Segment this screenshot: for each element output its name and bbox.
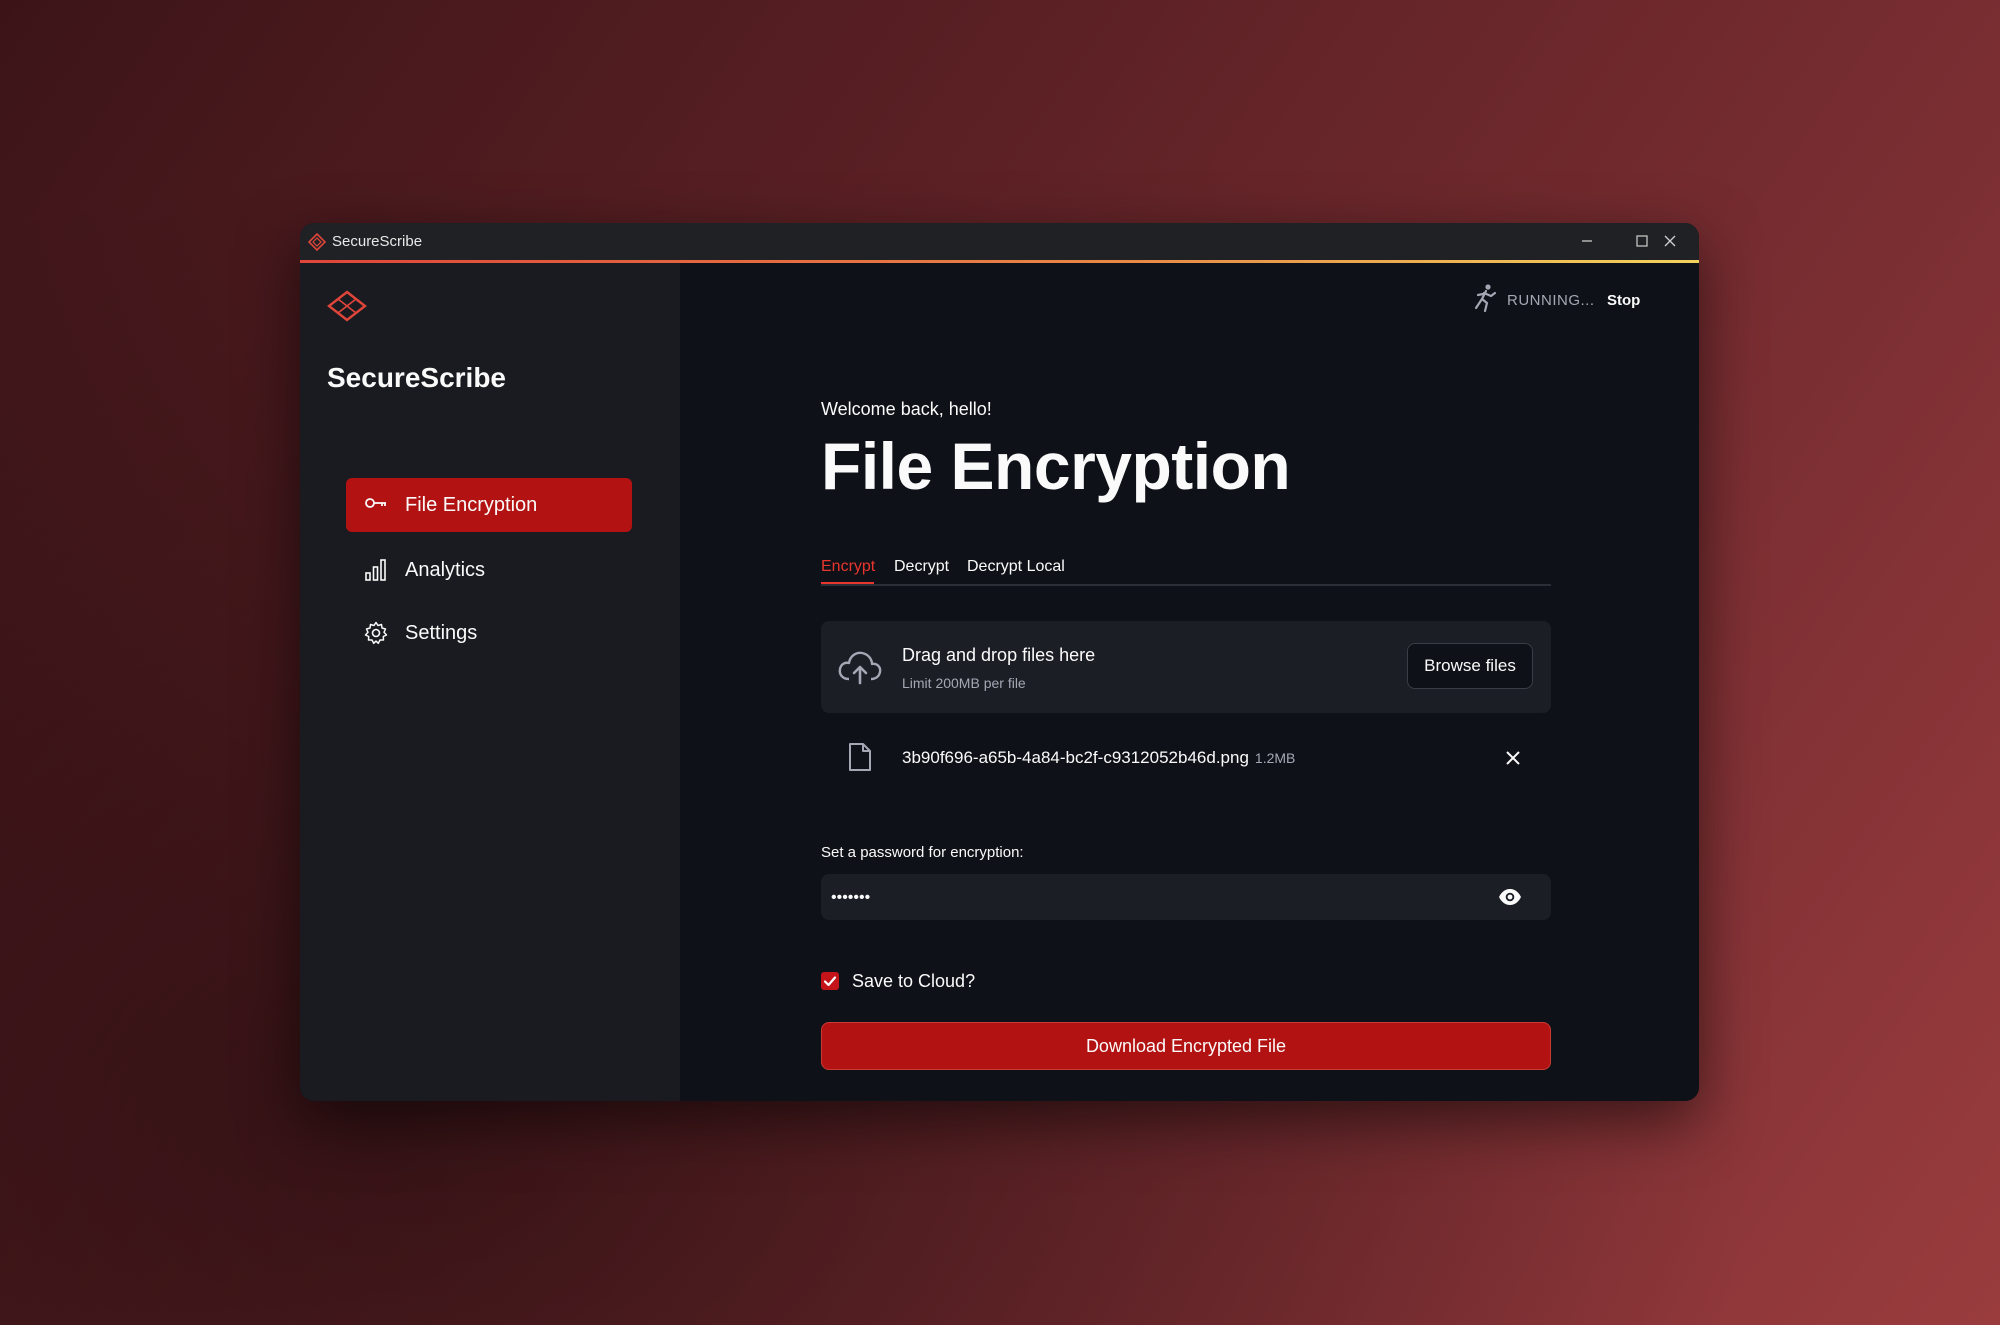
main-content: RUNNING... Stop Welcome back, hello! Fil… [680,263,1699,1101]
sidebar-item-analytics[interactable]: Analytics [346,543,632,597]
minimize-icon [1582,240,1592,242]
title-bar: SecureScribe [300,223,1699,260]
active-tab-indicator [821,582,874,584]
file-name: 3b90f696-a65b-4a84-bc2f-c9312052b46d.png [902,748,1249,767]
browse-files-button[interactable]: Browse files [1407,643,1533,689]
sidebar-item-label: Settings [405,622,478,644]
file-dropzone[interactable]: Drag and drop files here Limit 200MB per… [821,621,1551,713]
running-status-text: RUNNING... [1507,292,1595,309]
sidebar: SecureScribe File Encryption Analytics S… [300,263,680,1101]
file-icon [849,743,871,771]
dropzone-limit: Limit 200MB per file [902,675,1026,691]
dropzone-instructions: Drag and drop files here [902,645,1096,665]
sidebar-item-label: File Encryption [405,494,538,516]
file-size: 1.2MB [1254,750,1296,766]
tab-bar: Encrypt Decrypt Decrypt Local [821,550,1551,586]
minimize-button[interactable] [1560,223,1616,260]
save-to-cloud-checkbox[interactable] [821,972,839,990]
bar-chart-icon [365,559,386,581]
key-icon [365,498,386,508]
tab-decrypt[interactable]: Decrypt [894,558,949,576]
window-title: SecureScribe [332,233,423,250]
remove-file-icon[interactable] [1505,750,1521,766]
gear-icon [364,621,388,645]
sidebar-item-settings[interactable]: Settings [346,606,632,660]
save-to-cloud-label: Save to Cloud? [852,971,976,991]
brand-name: SecureScribe [327,362,506,393]
close-icon [1664,235,1676,247]
stop-button[interactable]: Stop [1607,292,1640,309]
app-window: SecureScribe SecureScribe File Encryptio… [300,223,1699,1101]
cloud-upload-icon [838,651,882,685]
running-man-icon [1474,284,1497,313]
file-name-wrapper: 3b90f696-a65b-4a84-bc2f-c9312052b46d.png… [902,748,1295,768]
password-label: Set a password for encryption: [821,844,1024,861]
uploaded-file-item: 3b90f696-a65b-4a84-bc2f-c9312052b46d.png… [821,730,1551,780]
run-status: RUNNING... Stop [1471,283,1661,315]
welcome-text: Welcome back, hello! [821,399,992,419]
checkmark-icon [823,976,837,987]
tab-encrypt[interactable]: Encrypt [821,558,875,576]
page-title: File Encryption [821,429,1291,503]
tab-decrypt-local[interactable]: Decrypt Local [967,558,1065,576]
brand-logo-icon [327,290,367,322]
download-encrypted-file-button[interactable]: Download Encrypted File [821,1022,1551,1070]
sidebar-item-file-encryption[interactable]: File Encryption [346,478,632,532]
password-field [821,874,1551,922]
show-password-icon[interactable] [1498,887,1522,907]
close-window-button[interactable] [1643,223,1699,260]
sidebar-item-label: Analytics [405,559,486,581]
password-input[interactable] [829,874,1473,922]
app-logo-icon [307,232,327,252]
